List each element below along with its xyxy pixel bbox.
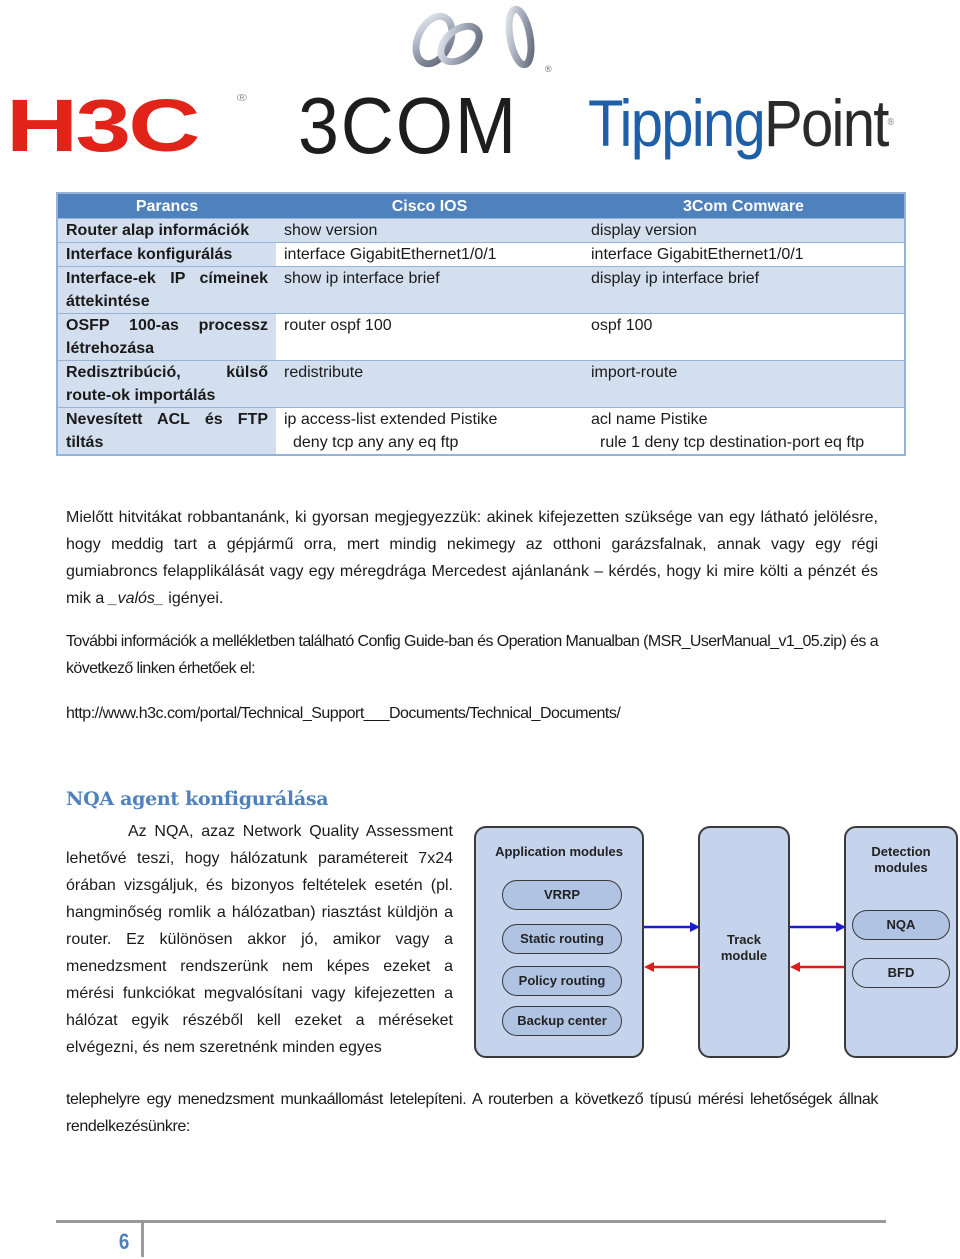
cell-cisco: ip access-list extended Pistike deny tcp… — [276, 407, 583, 456]
registered-mark: ® — [236, 93, 247, 104]
tippingpoint-logo: TippingPoint® — [588, 88, 894, 158]
cisco-line: ip access-list extended Pistike — [284, 411, 498, 428]
cell-command: Interface-ek IP címeinek áttekintése — [57, 266, 276, 314]
cell-comware: ospf 100 — [583, 313, 905, 361]
cell-comware: display version — [583, 218, 905, 243]
arrow-detection-to-track-icon — [790, 962, 844, 972]
cell-comware: display ip interface brief — [583, 266, 905, 314]
table-header-row: Parancs Cisco IOS 3Com Comware — [57, 193, 905, 219]
table-row: Interface konfigurálás interface Gigabit… — [57, 242, 905, 267]
cell-cisco: router ospf 100 — [276, 313, 583, 361]
cell-comware: interface GigabitEthernet1/0/1 — [583, 242, 905, 267]
arrow-track-to-detection-icon — [790, 922, 846, 932]
cell-command: Interface konfigurálás — [57, 242, 276, 267]
3com-logo: 3COM — [298, 81, 519, 170]
cell-cisco: show ip interface brief — [276, 266, 583, 314]
cell-comware: import-route — [583, 360, 905, 408]
cell-command: OSFP 100-as processz létrehozása — [57, 313, 276, 361]
diagram-arrows — [644, 922, 846, 972]
paragraph-intro: Mielőtt hitvitákat robbantanánk, ki gyor… — [66, 504, 878, 612]
comware-line: acl name Pistike — [591, 411, 708, 428]
table-row: OSFP 100-as processz létrehozása router … — [57, 313, 905, 361]
cell-command: Router alap információk — [57, 218, 276, 243]
tippingpoint-logo-black: Point — [764, 86, 889, 160]
section-heading: NQA agent konfigurálása — [66, 788, 329, 810]
cisco-line: redistribute — [284, 364, 364, 381]
header-parancs: Parancs — [57, 193, 276, 219]
italic-emphasis: _valós_ — [108, 590, 164, 607]
track-module-diagram: Application modules VRRP Static routing … — [472, 824, 960, 1060]
table-row: Redisztribúció, külső route-ok importálá… — [57, 360, 905, 408]
table-row: Router alap információk show version dis… — [57, 218, 905, 243]
comware-line: ospf 100 — [591, 317, 653, 334]
cell-comware: acl name Pistike rule 1 deny tcp destina… — [583, 407, 905, 456]
paragraph-more-info: További információk a mellékletben talál… — [66, 633, 879, 677]
nqa-paragraph-continued: telephelyre egy menedzsment munkaállomás… — [66, 1091, 878, 1135]
h3c-logo: H3C ® — [6, 89, 247, 163]
cell-command: Nevesített ACL és FTP tiltás — [57, 407, 276, 456]
paragraph-text: igényei. — [163, 590, 224, 607]
arrow-track-to-app-icon — [644, 962, 700, 972]
command-comparison-table: Parancs Cisco IOS 3Com Comware Router al… — [56, 192, 906, 456]
footer-divider-tick — [141, 1222, 144, 1257]
3com-rings-icon: ® — [412, 5, 552, 74]
cell-cisco: show version — [276, 218, 583, 243]
cell-command: Redisztribúció, külső route-ok importálá… — [57, 360, 276, 408]
documentation-link[interactable]: http://www.h3c.com/portal/Technical_Supp… — [66, 700, 878, 727]
h3c-logo-text: H3C — [6, 84, 200, 167]
comware-line: interface GigabitEthernet1/0/1 — [591, 246, 804, 263]
comware-line: rule 1 deny tcp destination-port eq ftp — [600, 434, 865, 451]
cisco-line: router ospf 100 — [284, 317, 392, 334]
page-number: 6 — [118, 1229, 130, 1254]
comware-line: display version — [591, 222, 697, 239]
nqa-paragraph-text: Az NQA, azaz Network Quality Assessment … — [66, 823, 453, 1056]
cisco-line: show ip interface brief — [284, 270, 440, 287]
cisco-line: deny tcp any any eq ftp — [293, 434, 459, 451]
cell-cisco: interface GigabitEthernet1/0/1 — [276, 242, 583, 267]
cell-cisco: redistribute — [276, 360, 583, 408]
header-3com-comware: 3Com Comware — [583, 193, 905, 219]
cisco-line: interface GigabitEthernet1/0/1 — [284, 246, 497, 263]
header-cisco-ios: Cisco IOS — [276, 193, 583, 219]
footer-divider — [56, 1220, 886, 1223]
tippingpoint-logo-blue: Tipping — [588, 86, 766, 160]
nqa-paragraph: Az NQA, azaz Network Quality Assessment … — [66, 818, 453, 1061]
registered-mark: ® — [887, 117, 895, 128]
comware-line: display ip interface brief — [591, 270, 760, 287]
arrow-app-to-track-icon — [644, 922, 700, 932]
comware-line: import-route — [591, 364, 678, 381]
table-row: Nevesített ACL és FTP tiltás ip access-l… — [57, 407, 905, 456]
table-row: Interface-ek IP címeinek áttekintése sho… — [57, 266, 905, 314]
svg-text:®: ® — [545, 64, 552, 74]
cisco-line: show version — [284, 222, 378, 239]
